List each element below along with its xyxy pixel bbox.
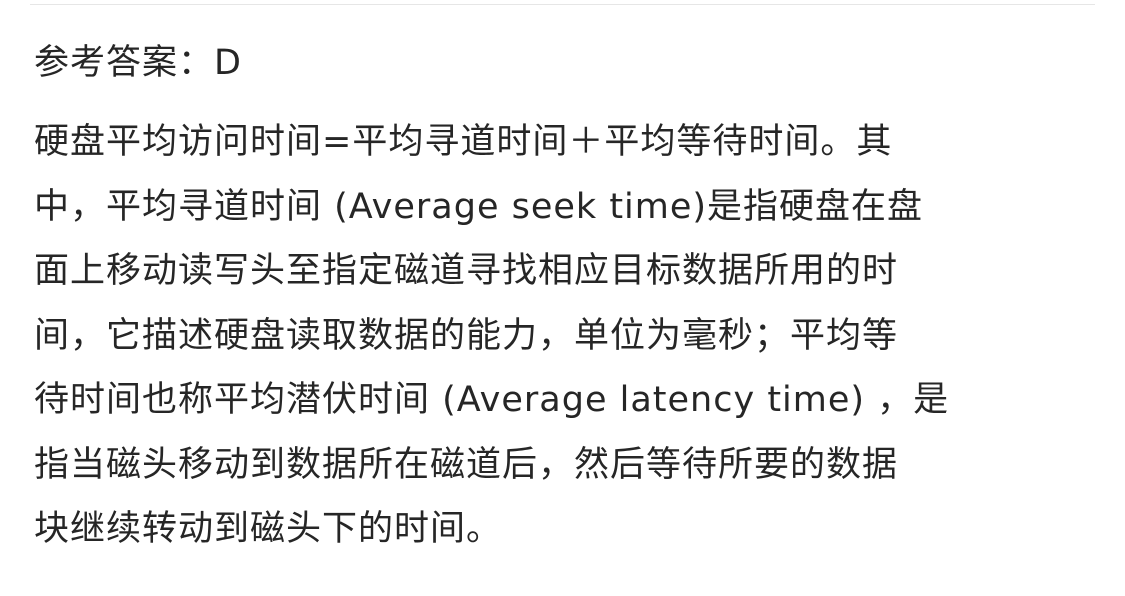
explanation-line-5: 待时间也称平均潜伏时间 (Average latency time) ，是 [34, 380, 950, 420]
explanation-line-1: 硬盘平均访问时间=平均寻道时间＋平均等待时间。其 [34, 122, 893, 162]
explanation-line-7: 块继续转动到磁头下的时间。 [34, 509, 503, 549]
explanation-text: 硬盘平均访问时间=平均寻道时间＋平均等待时间。其 中，平均寻道时间 (Avera… [34, 110, 1094, 562]
answer-card: 参考答案：D 硬盘平均访问时间=平均寻道时间＋平均等待时间。其 中，平均寻道时间… [34, 36, 1094, 562]
explanation-line-4: 间，它描述硬盘读取数据的能力，单位为毫秒；平均等 [34, 315, 899, 356]
explanation-line-3: 面上移动读写头至指定磁道寻找相应目标数据所用的时 [34, 251, 899, 291]
answer-label: 参考答案： [34, 43, 215, 83]
explanation-line-2: 中，平均寻道时间 (Average seek time)是指硬盘在盘 [34, 186, 924, 227]
answer-line: 参考答案：D [34, 36, 1094, 90]
answer-value: D [214, 43, 242, 83]
explanation-line-6: 指当磁头移动到数据所在磁道后，然后等待所要的数据 [34, 444, 899, 485]
top-divider [30, 4, 1095, 5]
